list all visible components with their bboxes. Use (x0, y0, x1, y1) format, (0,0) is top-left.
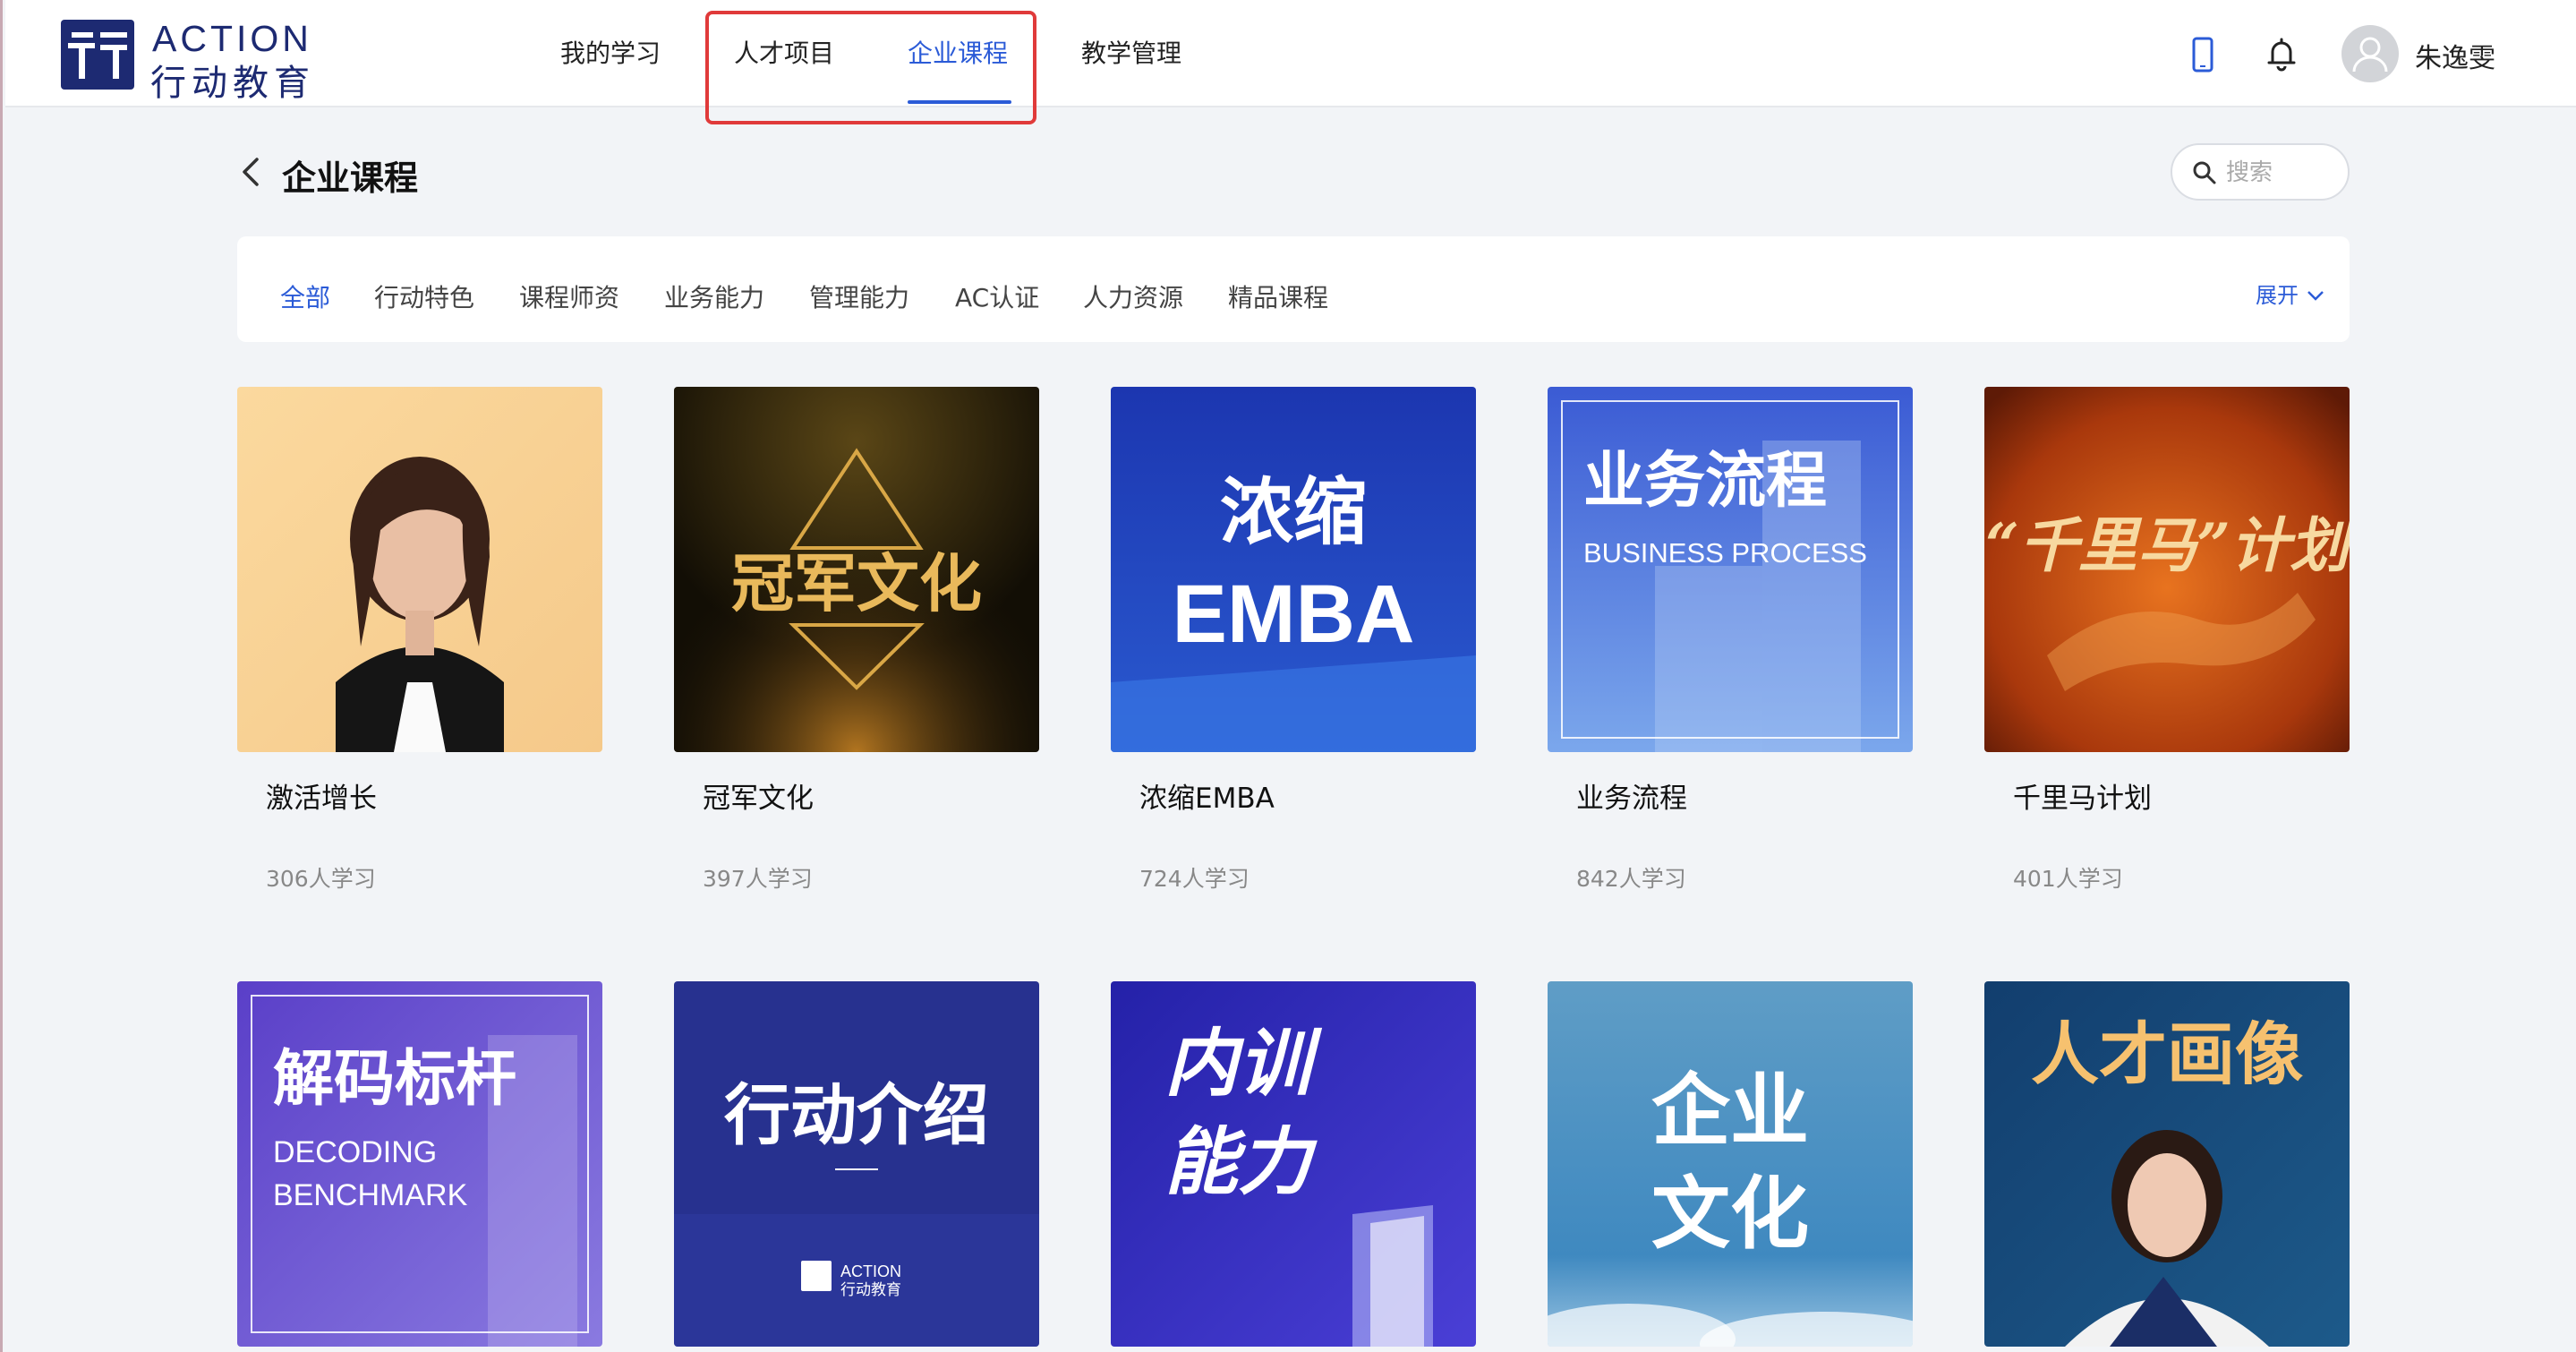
cover-line2: DECODING (273, 1135, 437, 1169)
nav-my-learning[interactable]: 我的学习 (560, 34, 661, 70)
filter-premium-courses[interactable]: 精品课程 (1228, 278, 1328, 314)
cover-text: 人才画像 (2031, 1014, 2303, 1094)
cover-line2: EMBA (1173, 569, 1415, 660)
course-title[interactable]: 激活增长 (266, 775, 377, 816)
category-filter-bar: 全部 行动特色 课程师资 业务能力 管理能力 AC认证 人力资源 精品课程 展开 (237, 236, 2350, 342)
learner-count: 397人学习 (703, 866, 813, 892)
cover-logo-cn: 行动教育 (840, 1281, 901, 1299)
course-cover-image[interactable]: 行动介绍 ACTION 行动教育 (674, 981, 1039, 1347)
search-icon (2193, 161, 2216, 184)
expand-label: 展开 (2256, 283, 2299, 308)
filter-business-ability[interactable]: 业务能力 (664, 278, 764, 314)
logo-mark-icon (61, 20, 134, 90)
mobile-device-icon[interactable] (2182, 34, 2223, 75)
filter-action-features[interactable]: 行动特色 (374, 278, 474, 314)
highlight-annotation-box (705, 11, 1036, 124)
learner-count: 724人学习 (1139, 866, 1250, 892)
user-name[interactable]: 朱逸雯 (2415, 36, 2495, 75)
course-cover-image[interactable]: 业务流程 BUSINESS PROCESS (1548, 387, 1913, 752)
cover-logo-en: ACTION (840, 1262, 901, 1280)
nav-teaching-management[interactable]: 教学管理 (1081, 34, 1181, 70)
course-cover-image[interactable]: 浓缩 EMBA (1111, 387, 1476, 752)
course-cover-image[interactable]: 企业 文化 (1548, 981, 1913, 1347)
filter-all[interactable]: 全部 (280, 278, 330, 314)
cover-line1: 内训 (1164, 1022, 1323, 1107)
filter-course-faculty[interactable]: 课程师资 (519, 278, 619, 314)
course-title[interactable]: 千里马计划 (2013, 775, 2152, 816)
filter-management-ability[interactable]: 管理能力 (809, 278, 909, 314)
logo-chinese: 行动教育 (150, 63, 315, 104)
cover-line1: 解码标杆 (273, 1044, 516, 1115)
course-cover-image[interactable]: 解码标杆 DECODING BENCHMARK (237, 981, 602, 1347)
course-cover-image[interactable] (237, 387, 602, 752)
cover-line2: 文化 (1651, 1168, 1809, 1260)
course-cover-image[interactable]: 内训 能力 (1111, 981, 1476, 1347)
course-cover-image[interactable]: 冠军文化 (674, 387, 1039, 752)
cover-text: 冠军文化 (731, 547, 982, 620)
cover-line3: BENCHMARK (273, 1178, 468, 1212)
back-arrow-icon[interactable] (237, 152, 264, 192)
cover-text: 行动介绍 (724, 1077, 989, 1154)
course-title[interactable]: 浓缩EMBA (1139, 775, 1275, 816)
filter-human-resources[interactable]: 人力资源 (1083, 278, 1183, 314)
top-header: ACTION 行动教育 我的学习 人才项目 企业课程 教学管理 朱逸雯 (5, 0, 2576, 124)
course-title[interactable]: 业务流程 (1576, 775, 1687, 816)
cover-line2: 能力 (1164, 1120, 1318, 1205)
learner-count: 306人学习 (266, 866, 376, 892)
cover-line1: 业务流程 (1583, 446, 1827, 517)
app-window: ACTION 行动教育 我的学习 人才项目 企业课程 教学管理 朱逸雯 企业课程… (0, 0, 2576, 1352)
chevron-down-icon (2307, 291, 2324, 301)
brand-logo[interactable]: ACTION 行动教育 (61, 18, 329, 104)
search-box[interactable] (2171, 143, 2350, 201)
filter-ac-certification[interactable]: AC认证 (955, 278, 1039, 314)
expand-filters-button[interactable]: 展开 (2256, 278, 2325, 309)
learner-count: 842人学习 (1576, 866, 1686, 892)
cover-text: “千里马”计划 (1985, 510, 2350, 580)
search-input[interactable] (2226, 156, 2341, 190)
course-title[interactable]: 冠军文化 (703, 775, 814, 816)
course-cover-image[interactable]: “千里马”计划 (1984, 387, 2350, 752)
page-title: 企业课程 (282, 158, 419, 198)
user-avatar[interactable] (2341, 25, 2399, 82)
course-cover-image[interactable]: 人才画像 (1984, 981, 2350, 1347)
cover-line2: BUSINESS PROCESS (1583, 537, 1867, 569)
notification-bell-icon[interactable] (2261, 34, 2302, 75)
learner-count: 401人学习 (2013, 866, 2123, 892)
cover-line1: 浓缩 (1220, 470, 1367, 555)
cover-line1: 企业 (1651, 1065, 1809, 1157)
